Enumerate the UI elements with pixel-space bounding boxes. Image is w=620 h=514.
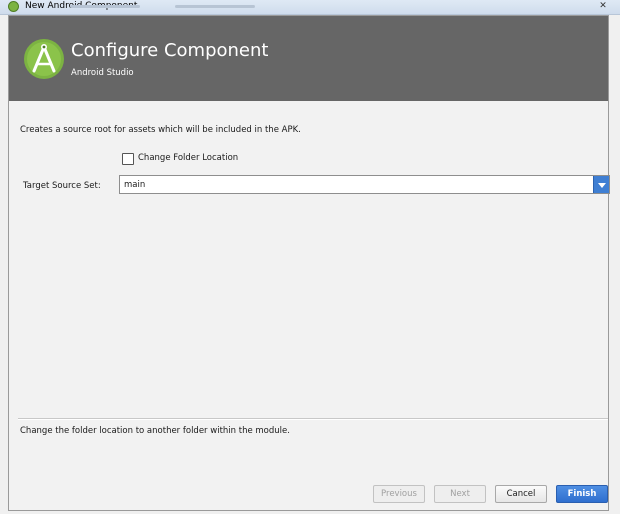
close-button[interactable]: ✕	[590, 0, 616, 12]
cancel-button[interactable]: Cancel	[495, 485, 547, 503]
dialog-header: Configure Component Android Studio	[9, 16, 608, 101]
help-text: Change the folder location to another fo…	[20, 426, 290, 436]
chevron-down-icon[interactable]	[593, 176, 609, 193]
target-source-set-select[interactable]: main	[119, 175, 610, 194]
divider	[18, 418, 608, 420]
target-source-set-label: Target Source Set:	[23, 181, 101, 191]
page-title: Configure Component	[71, 40, 269, 61]
page-subtitle: Android Studio	[71, 68, 134, 78]
android-studio-icon	[8, 1, 19, 12]
previous-button[interactable]: Previous	[373, 485, 425, 503]
background-tab-ghost	[175, 5, 255, 8]
configure-component-dialog: Configure Component Android Studio Creat…	[8, 15, 610, 511]
change-folder-location-checkbox[interactable]	[122, 153, 134, 165]
target-source-set-value: main	[124, 180, 146, 190]
change-folder-location-label[interactable]: Change Folder Location	[138, 153, 238, 163]
next-button[interactable]: Next	[434, 485, 486, 503]
background-tab-ghost	[70, 5, 140, 8]
finish-button[interactable]: Finish	[556, 485, 608, 503]
component-description: Creates a source root for assets which w…	[20, 125, 301, 135]
window-title-bar: New Android Component ✕	[0, 0, 620, 15]
android-studio-logo-icon	[24, 39, 64, 79]
